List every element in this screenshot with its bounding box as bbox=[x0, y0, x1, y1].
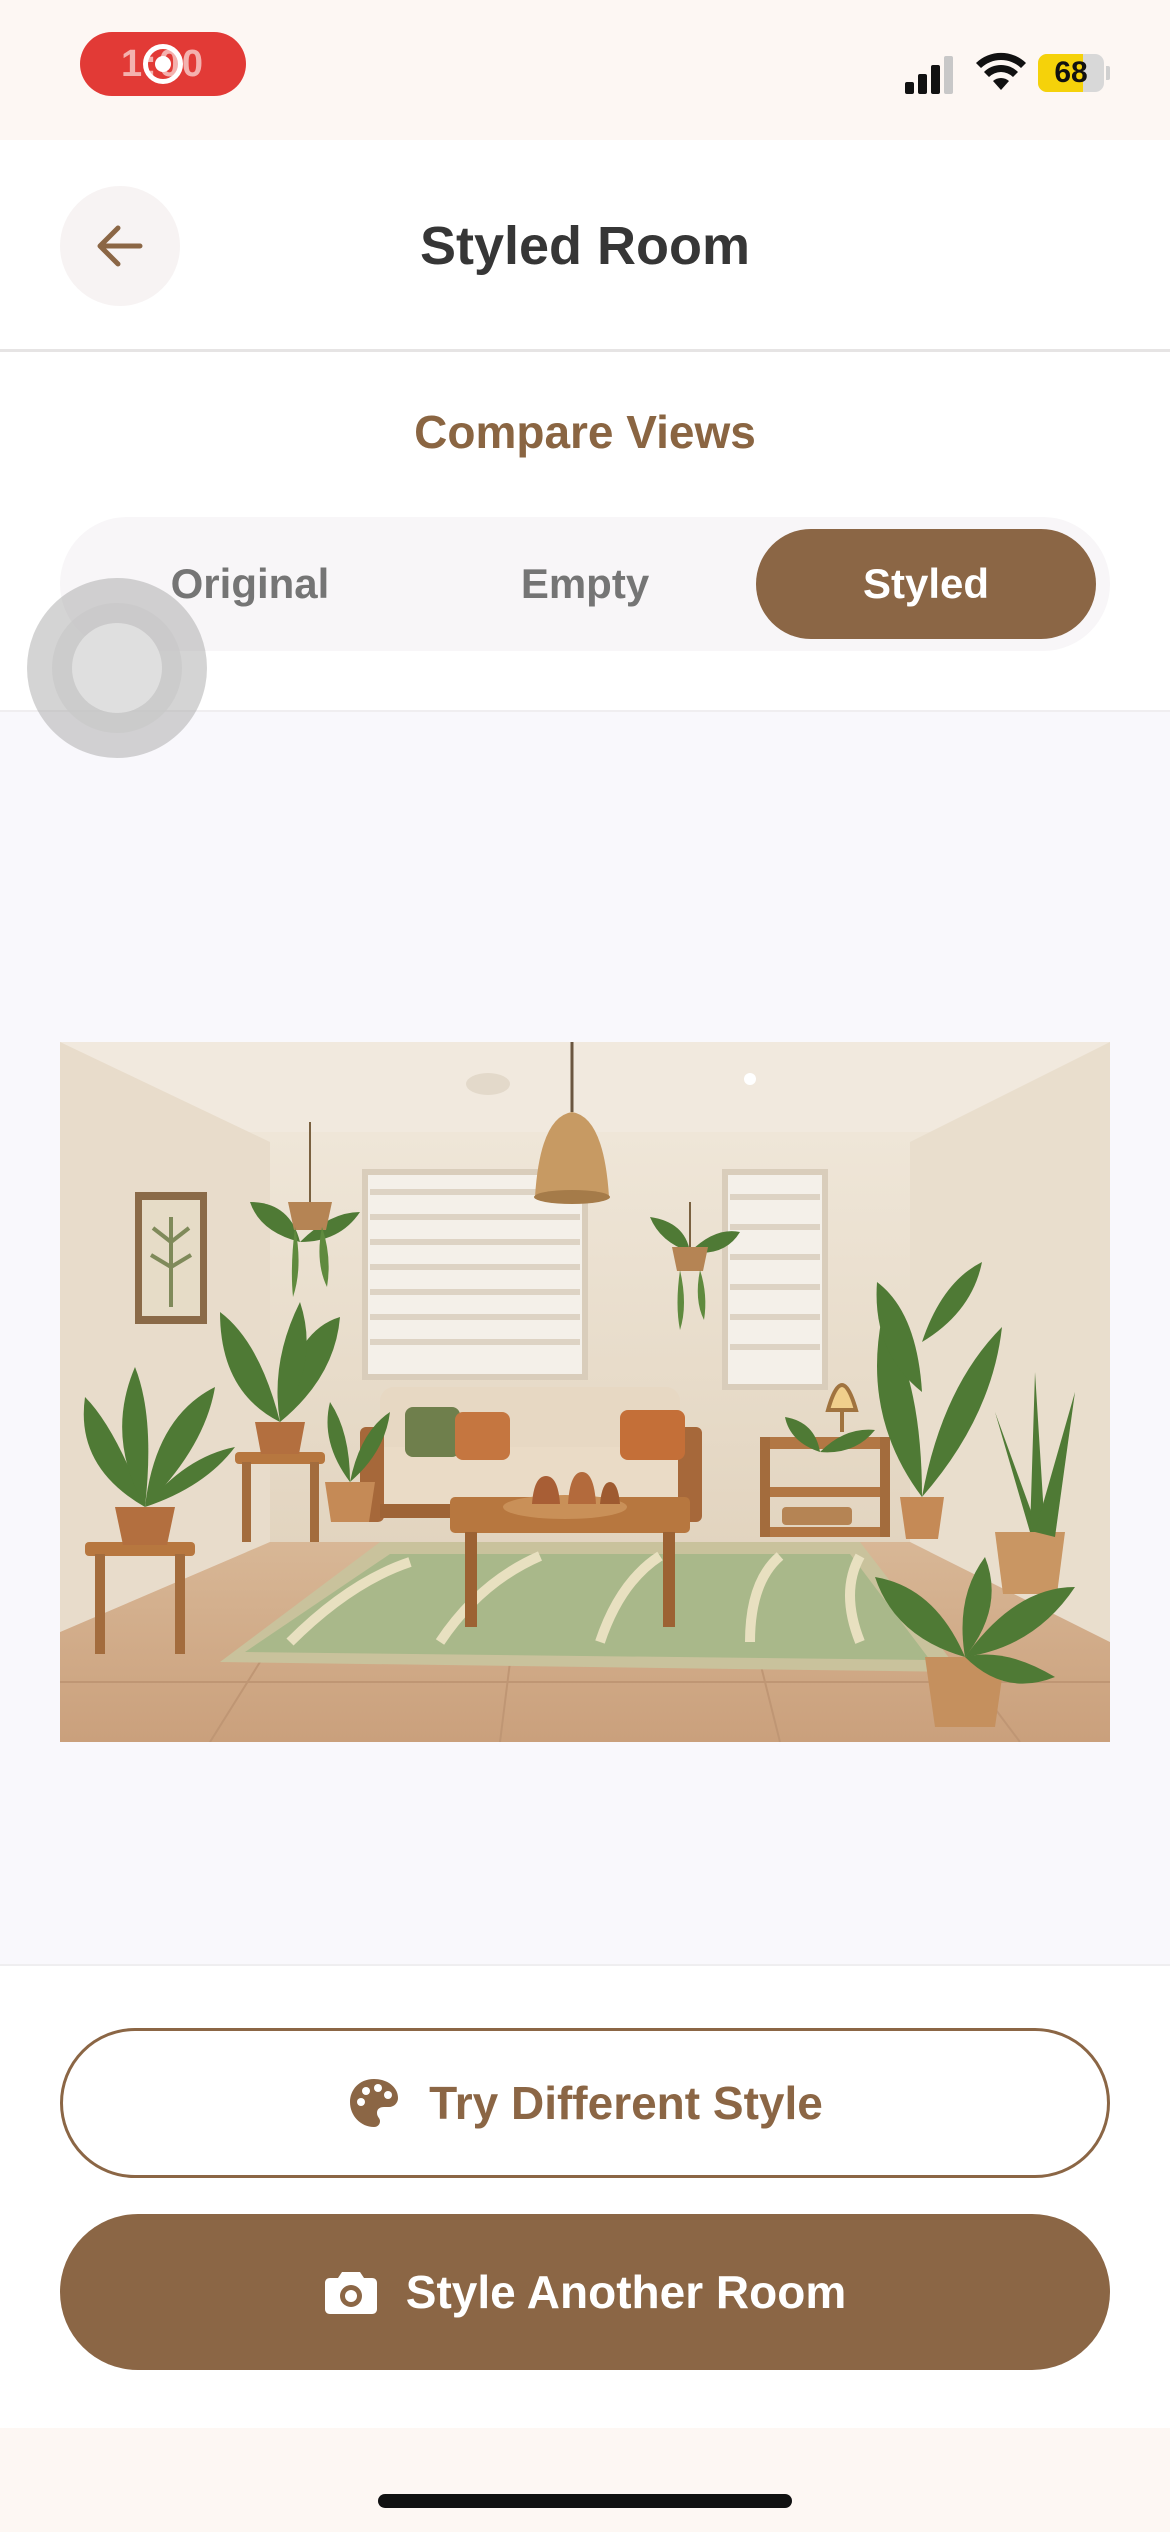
battery-tip bbox=[1106, 66, 1110, 80]
style-another-room-label: Style Another Room bbox=[405, 2266, 847, 2318]
status-bar: 1:00 68 bbox=[0, 0, 1170, 140]
screen: 1:00 68 Styled Room Compare Views Origin… bbox=[0, 0, 1170, 2532]
record-icon bbox=[143, 44, 183, 84]
action-buttons: Try Different Style Style Another Room bbox=[0, 1964, 1170, 2428]
segment-empty[interactable]: Empty bbox=[415, 529, 755, 639]
compare-views-heading: Compare Views bbox=[414, 406, 756, 458]
image-preview-area bbox=[0, 712, 1170, 1964]
camera-icon bbox=[324, 2272, 377, 2314]
palette-icon bbox=[350, 2079, 399, 2127]
battery-level: 68 bbox=[1054, 56, 1088, 89]
try-different-style-label: Try Different Style bbox=[429, 2077, 823, 2129]
arrow-left-icon bbox=[97, 225, 143, 267]
home-indicator[interactable] bbox=[378, 2494, 792, 2508]
view-segmented-control: Original Empty Styled bbox=[60, 517, 1110, 651]
cellular-signal-icon bbox=[905, 56, 953, 94]
styled-room-illustration bbox=[60, 1042, 1110, 1742]
touch-indicator-core bbox=[72, 623, 162, 713]
battery-indicator: 68 bbox=[1038, 54, 1110, 92]
segment-styled[interactable]: Styled bbox=[756, 529, 1096, 639]
styled-room-image bbox=[60, 1042, 1110, 1742]
screen-recording-indicator[interactable]: 1:00 bbox=[80, 32, 246, 96]
wifi-icon bbox=[976, 52, 1026, 90]
bottom-safe-area bbox=[0, 2428, 1170, 2532]
header: Styled Room bbox=[0, 140, 1170, 352]
style-another-room-button[interactable]: Style Another Room bbox=[60, 2214, 1110, 2370]
try-different-style-button[interactable]: Try Different Style bbox=[60, 2028, 1110, 2178]
battery-icon: 68 bbox=[1038, 54, 1104, 92]
touch-indicator bbox=[27, 578, 207, 758]
touch-indicator-ring bbox=[52, 603, 182, 733]
back-button[interactable] bbox=[60, 186, 180, 306]
